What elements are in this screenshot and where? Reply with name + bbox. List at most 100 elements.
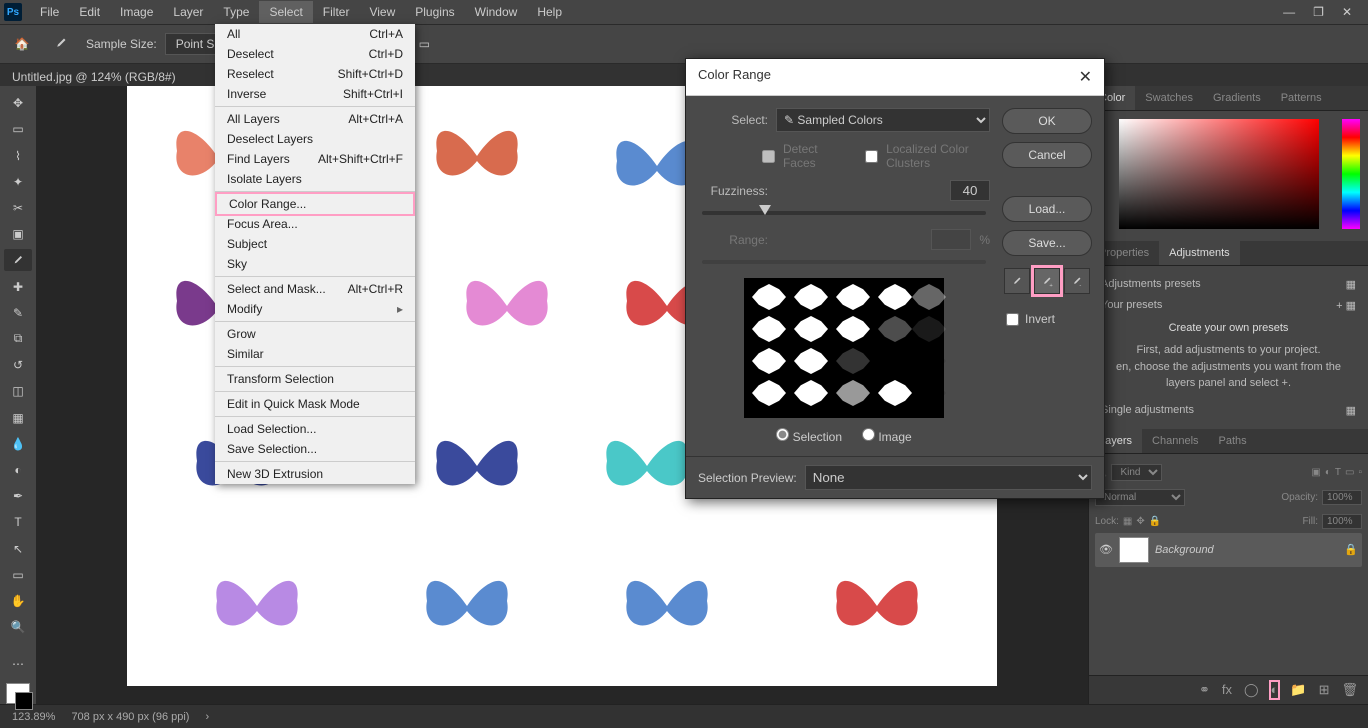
delete-layer-icon[interactable]: 🗑 [1341, 682, 1358, 698]
select-mode-dropdown[interactable]: ✎ Sampled Colors [776, 108, 990, 132]
marquee-tool[interactable]: ▭ [4, 118, 32, 140]
new-layer-icon[interactable]: ⊞ [1319, 682, 1330, 698]
lock-all-icon[interactable]: 🔒 [1149, 516, 1161, 527]
status-arrow-icon[interactable]: › [205, 711, 209, 723]
menu-filter[interactable]: Filter [313, 1, 360, 23]
selection-preview-select[interactable]: None [805, 465, 1092, 490]
menu-item-deselect[interactable]: DeselectCtrl+D [215, 44, 415, 64]
dialog-titlebar[interactable]: Color Range ✕ [686, 59, 1104, 96]
menu-item-inverse[interactable]: InverseShift+Ctrl+I [215, 84, 415, 104]
menu-image[interactable]: Image [110, 1, 163, 23]
menu-type[interactable]: Type [213, 1, 259, 23]
preset-grid-icon[interactable]: ▦ [1346, 300, 1356, 312]
frame-tool[interactable]: ▣ [4, 223, 32, 245]
menu-layer[interactable]: Layer [163, 1, 213, 23]
foreground-background-colors[interactable] [6, 683, 30, 704]
load-button[interactable]: Load... [1002, 196, 1092, 222]
eyedropper-add-icon[interactable]: + [1034, 268, 1060, 294]
eyedropper-tool-icon[interactable] [44, 34, 78, 55]
hand-tool[interactable]: ✋ [4, 590, 32, 612]
layer-row-background[interactable]: 👁 Background 🔒 [1095, 533, 1362, 567]
path-select-tool[interactable]: ↖ [4, 537, 32, 559]
layer-filter-type-icon[interactable]: T [1335, 467, 1341, 478]
layer-filter-img-icon[interactable]: ▣ [1311, 467, 1320, 478]
layer-filter-smart-icon[interactable]: ▫ [1358, 467, 1362, 478]
edit-toolbar-icon[interactable]: ⋯ [4, 653, 32, 675]
menu-item-select-and-mask-[interactable]: Select and Mask...Alt+Ctrl+R [215, 279, 415, 299]
menu-item-new-d-extrusion[interactable]: New 3D Extrusion [215, 464, 415, 484]
menu-item-all-layers[interactable]: All LayersAlt+Ctrl+A [215, 109, 415, 129]
menu-item-deselect-layers[interactable]: Deselect Layers [215, 129, 415, 149]
save-button[interactable]: Save... [1002, 230, 1092, 256]
maximize-button[interactable]: ❐ [1313, 5, 1324, 19]
menu-item-grow[interactable]: Grow [215, 324, 415, 344]
quick-select-tool[interactable]: ✦ [4, 171, 32, 193]
shape-tool[interactable]: ▭ [4, 564, 32, 586]
gradient-tool[interactable]: ▦ [4, 406, 32, 428]
menu-item-all[interactable]: AllCtrl+A [215, 24, 415, 44]
minimize-button[interactable]: — [1283, 5, 1295, 19]
dialog-close-button[interactable]: ✕ [1079, 67, 1092, 87]
menu-item-focus-area-[interactable]: Focus Area... [215, 214, 415, 234]
menu-help[interactable]: Help [527, 1, 572, 23]
adjustments-grid-icon[interactable]: ▦ [1346, 278, 1356, 291]
menu-item-similar[interactable]: Similar [215, 344, 415, 364]
type-tool[interactable]: T [4, 511, 32, 533]
close-button[interactable]: ✕ [1342, 5, 1352, 19]
zoom-level[interactable]: 123.89% [12, 711, 55, 723]
eyedropper-tool[interactable] [4, 249, 32, 271]
menu-item-isolate-layers[interactable]: Isolate Layers [215, 169, 415, 189]
menu-select[interactable]: Select [259, 1, 312, 23]
radio-selection[interactable]: Selection [776, 428, 842, 444]
menu-edit[interactable]: Edit [69, 1, 110, 23]
eyedropper-sample-icon[interactable] [1004, 268, 1030, 294]
healing-tool[interactable]: ✚ [4, 275, 32, 297]
menu-window[interactable]: Window [465, 1, 528, 23]
color-picker[interactable] [1089, 111, 1368, 241]
menu-item-color-range-[interactable]: Color Range... [215, 192, 415, 216]
menu-item-transform-selection[interactable]: Transform Selection [215, 369, 415, 389]
brush-tool[interactable]: ✎ [4, 302, 32, 324]
history-brush-tool[interactable]: ↺ [4, 354, 32, 376]
zoom-tool[interactable]: 🔍 [4, 616, 32, 638]
localized-clusters-checkbox[interactable] [865, 150, 878, 163]
home-icon[interactable]: 🏠 [8, 30, 36, 58]
lasso-tool[interactable]: ⌇ [4, 144, 32, 166]
new-group-icon[interactable]: 📁 [1290, 682, 1306, 698]
layer-mask-icon[interactable]: ◯ [1244, 682, 1259, 698]
tab-adjustments[interactable]: Adjustments [1159, 241, 1240, 265]
add-preset-icon[interactable]: + [1336, 300, 1342, 312]
menu-item-reselect[interactable]: ReselectShift+Ctrl+D [215, 64, 415, 84]
menu-item-find-layers[interactable]: Find LayersAlt+Shift+Ctrl+F [215, 149, 415, 169]
dodge-tool[interactable]: ◐ [4, 459, 32, 481]
fuzziness-slider[interactable] [702, 211, 986, 215]
tab-gradients[interactable]: Gradients [1203, 86, 1271, 110]
lock-pixels-icon[interactable]: ▦ [1123, 516, 1132, 527]
menu-view[interactable]: View [359, 1, 405, 23]
new-adjustment-layer-icon[interactable]: ◐ [1271, 682, 1279, 698]
link-layers-icon[interactable]: ⚭ [1199, 682, 1210, 698]
stamp-tool[interactable]: ⧉ [4, 328, 32, 350]
menu-item-subject[interactable]: Subject [215, 234, 415, 254]
opacity-input[interactable] [1322, 490, 1362, 505]
lock-position-icon[interactable]: ✥ [1136, 516, 1144, 527]
tab-paths[interactable]: Paths [1209, 429, 1257, 453]
tab-swatches[interactable]: Swatches [1135, 86, 1203, 110]
fill-input[interactable] [1322, 514, 1362, 529]
blur-tool[interactable]: 💧 [4, 433, 32, 455]
invert-checkbox[interactable] [1006, 313, 1019, 326]
radio-image[interactable]: Image [862, 428, 912, 444]
single-adj-grid-icon[interactable]: ▦ [1346, 404, 1356, 417]
layer-visibility-icon[interactable]: 👁 [1099, 543, 1113, 556]
tab-channels[interactable]: Channels [1142, 429, 1208, 453]
menu-file[interactable]: File [30, 1, 69, 23]
crop-tool[interactable]: ✂ [4, 197, 32, 219]
eraser-tool[interactable]: ◫ [4, 380, 32, 402]
menu-plugins[interactable]: Plugins [405, 1, 464, 23]
blend-mode-select[interactable]: Normal [1095, 489, 1185, 506]
menu-item-load-selection-[interactable]: Load Selection... [215, 419, 415, 439]
layer-filter-shape-icon[interactable]: ▭ [1345, 467, 1354, 478]
layer-filter-adj-icon[interactable]: ◐ [1325, 467, 1331, 478]
menu-item-sky[interactable]: Sky [215, 254, 415, 274]
menu-item-edit-in-quick-mask-mode[interactable]: Edit in Quick Mask Mode [215, 394, 415, 414]
